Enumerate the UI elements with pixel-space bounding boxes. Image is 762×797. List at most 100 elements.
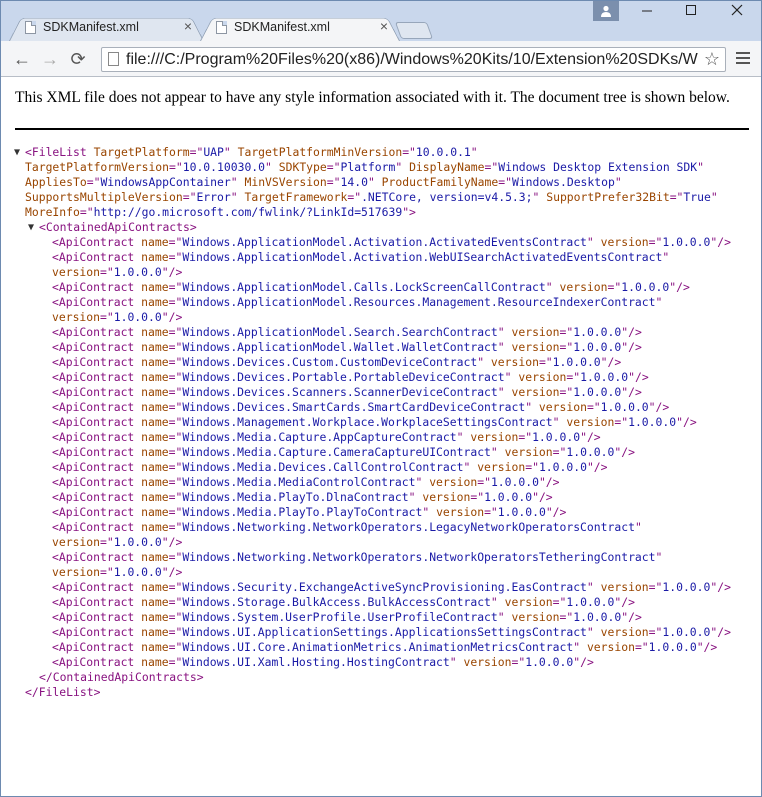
api-contract-element: <ApiContract name="Windows.UI.Applicatio… (52, 625, 731, 639)
filelist-close-tag: </FileList> (25, 685, 101, 699)
collapse-toggle-icon[interactable]: ▼ (14, 145, 20, 160)
contract-version: 1.0.0.0 (532, 430, 581, 444)
contract-version: 1.0.0.0 (662, 235, 711, 249)
api-contract-element: <ApiContract name="Windows.Management.Wo… (52, 415, 697, 429)
tab-active[interactable]: SDKManifest.xml × (200, 14, 400, 41)
api-contract-element: <ApiContract name="Windows.Networking.Ne… (52, 550, 663, 564)
back-button[interactable]: ← (11, 48, 33, 70)
contract-version: 1.0.0.0 (580, 370, 629, 384)
contract-version: 1.0.0.0 (566, 445, 615, 459)
contract-name: Windows.UI.ApplicationSettings.Applicati… (182, 625, 587, 639)
contract-version: 1.0.0.0 (648, 640, 697, 654)
contract-version: 1.0.0.0 (573, 610, 622, 624)
contract-version: 1.0.0.0 (573, 325, 622, 339)
contract-version: 1.0.0.0 (484, 490, 533, 504)
contract-version: 1.0.0.0 (525, 655, 574, 669)
file-icon (25, 21, 36, 34)
collapse-toggle-icon[interactable]: ▼ (28, 220, 34, 235)
filelist-open-tag: MoreInfo="http://go.microsoft.com/fwlink… (25, 205, 416, 219)
contract-name: Windows.Media.MediaControlContract (182, 475, 416, 489)
page-content: This XML file does not appear to have an… (1, 77, 761, 796)
api-contract-element: <ApiContract name="Windows.UI.Xaml.Hosti… (52, 655, 594, 669)
contract-name: Windows.Media.Devices.CallControlContrac… (182, 460, 464, 474)
close-window-button[interactable] (715, 1, 759, 25)
contract-name: Windows.ApplicationModel.Calls.LockScree… (182, 280, 546, 294)
toolbar: ← → ⟳ file:///C:/Program%20Files%20(x86)… (1, 41, 761, 77)
contract-name: Windows.UI.Xaml.Hosting.HostingContract (182, 655, 450, 669)
api-contract-element: <ApiContract name="Windows.Media.Capture… (52, 430, 601, 444)
new-tab-button[interactable] (394, 22, 434, 39)
contract-version: 1.0.0.0 (566, 595, 615, 609)
menu-button[interactable] (736, 52, 750, 67)
contract-version: 1.0.0.0 (113, 310, 162, 324)
contract-version: 1.0.0.0 (662, 625, 711, 639)
close-window-icon (731, 4, 743, 16)
maximize-icon (686, 5, 696, 15)
api-contract-element: <ApiContract name="Windows.Devices.Smart… (52, 400, 670, 414)
contract-name: Windows.Media.Capture.AppCaptureContract (182, 430, 457, 444)
contract-name: Windows.Devices.Custom.CustomDeviceContr… (182, 355, 478, 369)
contract-version: 1.0.0.0 (497, 505, 546, 519)
api-contract-element: <ApiContract name="Windows.Networking.Ne… (52, 520, 642, 534)
page-icon (108, 52, 119, 66)
filelist-open-tag: SupportsMultipleVersion="Error" TargetFr… (25, 190, 718, 204)
api-contract-element: <ApiContract name="Windows.Security.Exch… (52, 580, 731, 594)
contract-version: 1.0.0.0 (662, 580, 711, 594)
forward-button[interactable]: → (39, 48, 61, 70)
api-contract-continuation: version="1.0.0.0"/> (52, 565, 183, 579)
api-contract-element: <ApiContract name="Windows.Media.Capture… (52, 445, 635, 459)
api-contract-element: <ApiContract name="Windows.Media.PlayTo.… (52, 490, 553, 504)
contract-version: 1.0.0.0 (600, 400, 649, 414)
contract-name: Windows.ApplicationModel.Activation.WebU… (182, 250, 663, 264)
forward-icon: → (41, 49, 59, 69)
url-text[interactable]: file:///C:/Program%20Files%20(x86)/Windo… (126, 49, 698, 71)
tab-title: SDKManifest.xml (234, 20, 330, 34)
file-icon (216, 21, 227, 34)
api-contract-continuation: version="1.0.0.0"/> (52, 535, 183, 549)
api-contract-element: <ApiContract name="Windows.Devices.Porta… (52, 370, 649, 384)
contract-name: Windows.ApplicationModel.Search.SearchCo… (182, 325, 498, 339)
profile-button[interactable] (593, 1, 619, 21)
contract-name: Windows.ApplicationModel.Activation.Acti… (182, 235, 587, 249)
api-contract-element: <ApiContract name="Windows.ApplicationMo… (52, 295, 663, 309)
star-icon[interactable]: ☆ (704, 48, 720, 70)
close-icon[interactable]: × (380, 18, 388, 34)
contract-version: 1.0.0.0 (490, 475, 539, 489)
contract-name: Windows.Management.Workplace.WorkplaceSe… (182, 415, 553, 429)
api-contract-element: <ApiContract name="Windows.Media.MediaCo… (52, 475, 560, 489)
contained-open-tag: <ContainedApiContracts> (39, 220, 197, 234)
contract-name: Windows.Devices.SmartCards.SmartCardDevi… (182, 400, 526, 414)
contract-name: Windows.Media.PlayTo.DlnaContract (182, 490, 409, 504)
api-contract-element: <ApiContract name="Windows.ApplicationMo… (52, 250, 670, 264)
api-contract-element: <ApiContract name="Windows.ApplicationMo… (52, 235, 731, 249)
contract-name: Windows.Media.Capture.CameraCaptureUICon… (182, 445, 491, 459)
filelist-open-tag: AppliesTo="WindowsAppContainer" MinVSVer… (25, 175, 622, 189)
close-icon[interactable]: × (184, 18, 192, 34)
api-contract-element: <ApiContract name="Windows.System.UserPr… (52, 610, 642, 624)
contract-version: 1.0.0.0 (113, 535, 162, 549)
api-contract-element: <ApiContract name="Windows.Media.PlayTo.… (52, 505, 567, 519)
contract-version: 1.0.0.0 (113, 565, 162, 579)
reload-button[interactable]: ⟳ (67, 48, 89, 70)
browser-window: SDKManifest.xml × SDKManifest.xml × ← → … (0, 0, 762, 797)
address-bar[interactable]: file:///C:/Program%20Files%20(x86)/Windo… (101, 47, 726, 72)
contract-name: Windows.ApplicationModel.Wallet.WalletCo… (182, 340, 498, 354)
api-contract-element: <ApiContract name="Windows.Media.Devices… (52, 460, 608, 474)
filelist-open-tag: <FileList TargetPlatform="UAP" TargetPla… (25, 145, 478, 159)
contract-name: Windows.ApplicationModel.Resources.Manag… (182, 295, 656, 309)
contract-name: Windows.Devices.Portable.PortableDeviceC… (182, 370, 505, 384)
maximize-button[interactable] (669, 1, 713, 25)
contract-version: 1.0.0.0 (538, 460, 587, 474)
contract-version: 1.0.0.0 (573, 340, 622, 354)
contract-name: Windows.Devices.Scanners.ScannerDeviceCo… (182, 385, 498, 399)
api-contract-element: <ApiContract name="Windows.Storage.BulkA… (52, 595, 635, 609)
contained-close-tag: </ContainedApiContracts> (39, 670, 204, 684)
contract-name: Windows.Security.ExchangeActiveSyncProvi… (182, 580, 587, 594)
filelist-open-tag: TargetPlatformVersion="10.0.10030.0" SDK… (25, 160, 704, 174)
contract-name: Windows.UI.Core.AnimationMetrics.Animati… (182, 640, 574, 654)
api-contract-element: <ApiContract name="Windows.ApplicationMo… (52, 280, 690, 294)
tab-inactive[interactable]: SDKManifest.xml × (9, 14, 204, 41)
contract-name: Windows.Networking.NetworkOperators.Lega… (182, 520, 635, 534)
contract-version: 1.0.0.0 (628, 415, 677, 429)
minimize-button[interactable] (625, 1, 669, 25)
